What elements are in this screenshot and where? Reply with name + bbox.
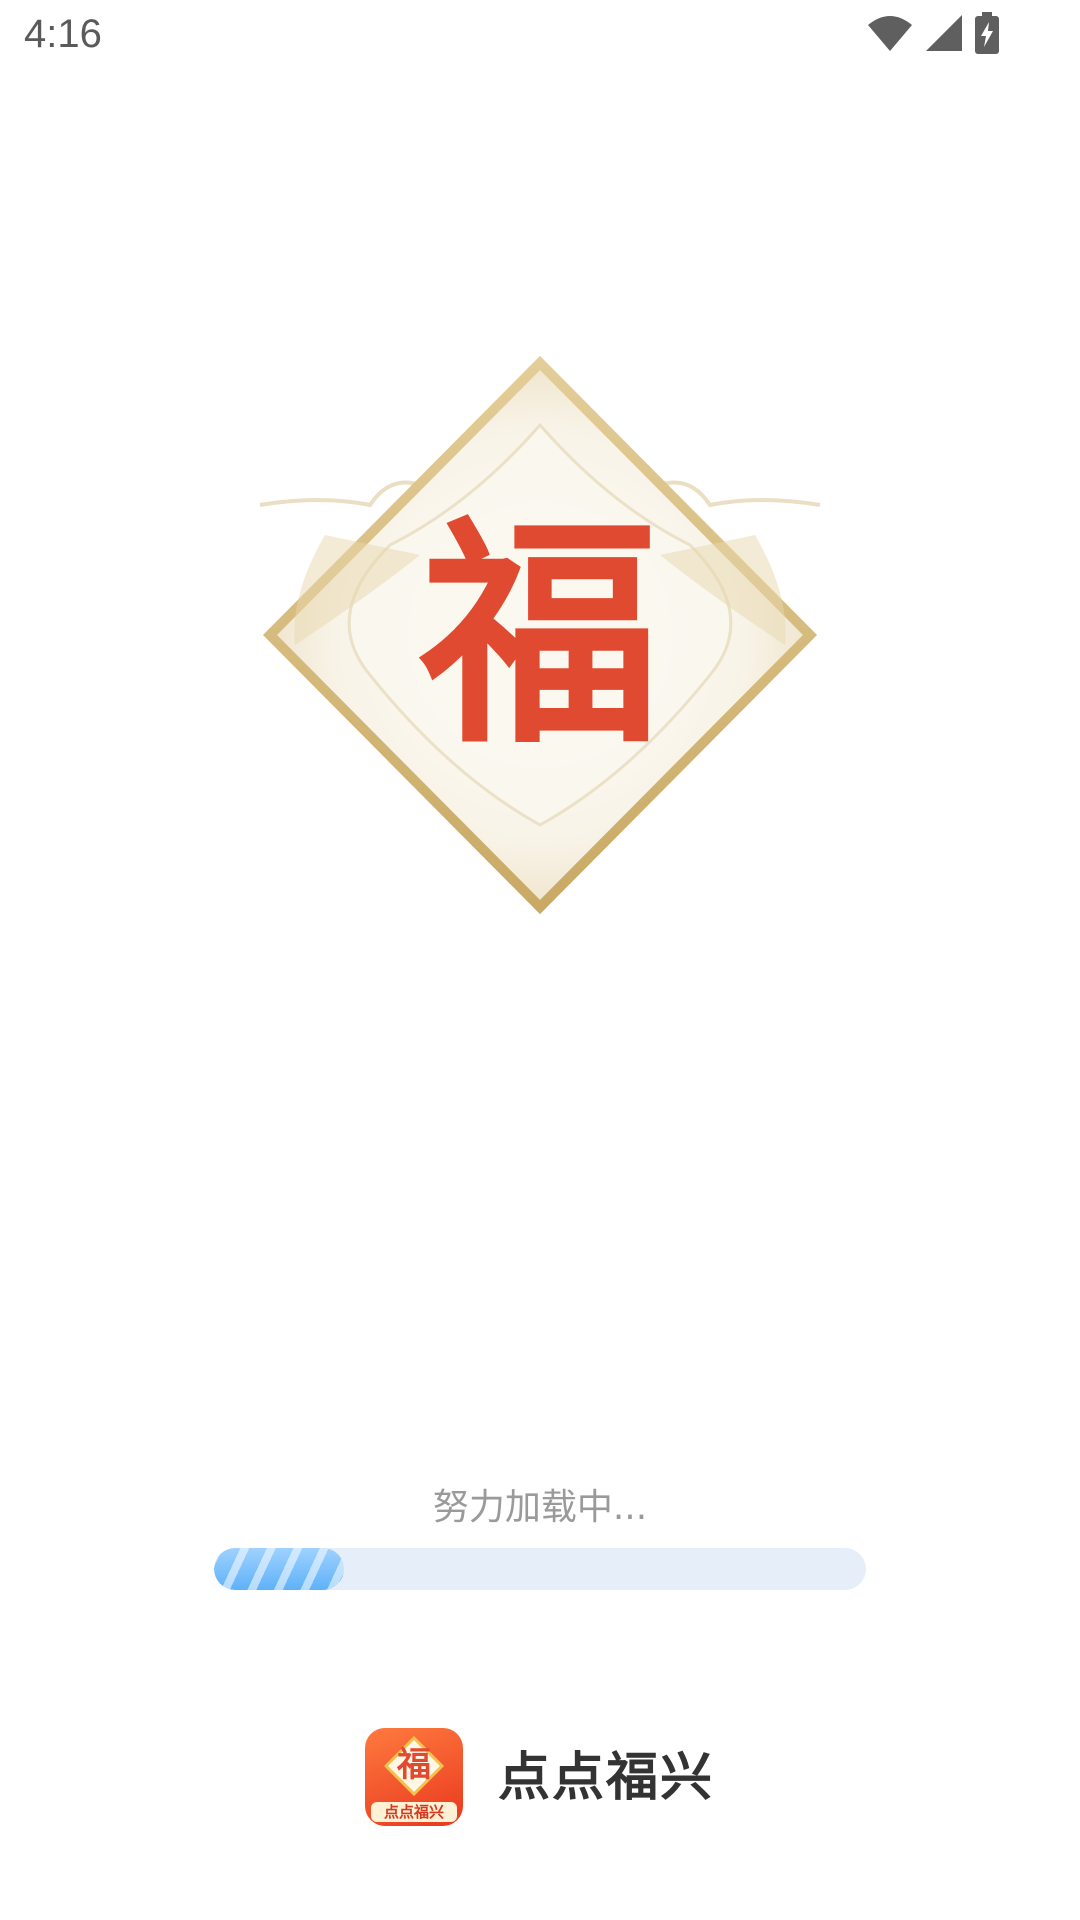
fu-emblem: 福 [250, 355, 830, 915]
progress-fill [214, 1548, 345, 1590]
status-time: 4:16 [24, 12, 102, 56]
status-icons [866, 12, 1000, 54]
progress-bar [214, 1548, 866, 1590]
app-name: 点点福兴 [498, 1748, 715, 1808]
wifi-icon [866, 13, 914, 53]
cellular-signal-icon [924, 13, 964, 53]
status-bar: 4:16 [0, 0, 1080, 72]
app-logo: 福 点点福兴 [365, 1728, 463, 1826]
loading-text: 努力加载中... [432, 1487, 648, 1528]
battery-charging-icon [974, 12, 1000, 54]
splash-screen: 4:16 福 努力加载中... 福 点点福兴 点点福兴 [0, 0, 1080, 1920]
logo-character: 福 [397, 1745, 431, 1785]
logo-caption: 点点福兴 [371, 1802, 457, 1822]
fu-character: 福 [419, 494, 660, 776]
